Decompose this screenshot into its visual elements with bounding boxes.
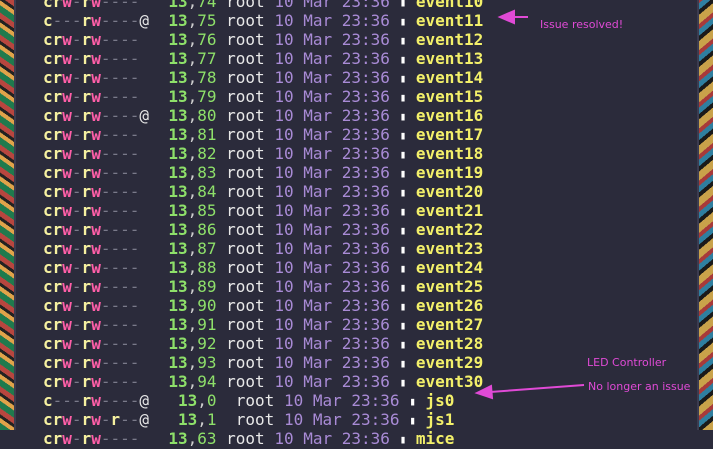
arrow-head-event11 — [497, 9, 515, 25]
device-separator: , — [187, 429, 198, 448]
permission-bit: - — [120, 429, 130, 448]
permission-bit: - — [100, 429, 111, 448]
xattr-flag — [139, 429, 149, 448]
arrow-to-js0 — [489, 384, 585, 393]
permission-bit: r — [81, 429, 92, 448]
permission-bit: - — [110, 429, 121, 448]
date-time: 23:36 — [341, 429, 390, 448]
date-day: 10 — [274, 429, 294, 448]
date-month: Mar — [303, 429, 333, 448]
permission-bit: - — [71, 429, 82, 448]
file-icon: ▮ — [399, 433, 407, 446]
device-major: 13 — [168, 429, 188, 448]
permission-bit: - — [129, 429, 140, 448]
file-type: c — [43, 429, 53, 448]
annotation-arrows — [474, 9, 585, 400]
device-name: mice — [415, 429, 455, 448]
device-minor: 63 — [197, 429, 217, 448]
owner: root — [226, 429, 265, 448]
permission-bit: w — [91, 429, 101, 448]
arrow-head-js0 — [474, 384, 494, 400]
listing-row: crw-rw---- 13,63 root 10 Mar 23:36 ▮ mic… — [43, 429, 454, 448]
permission-bit: r — [52, 429, 63, 448]
permission-bit: w — [62, 429, 72, 448]
